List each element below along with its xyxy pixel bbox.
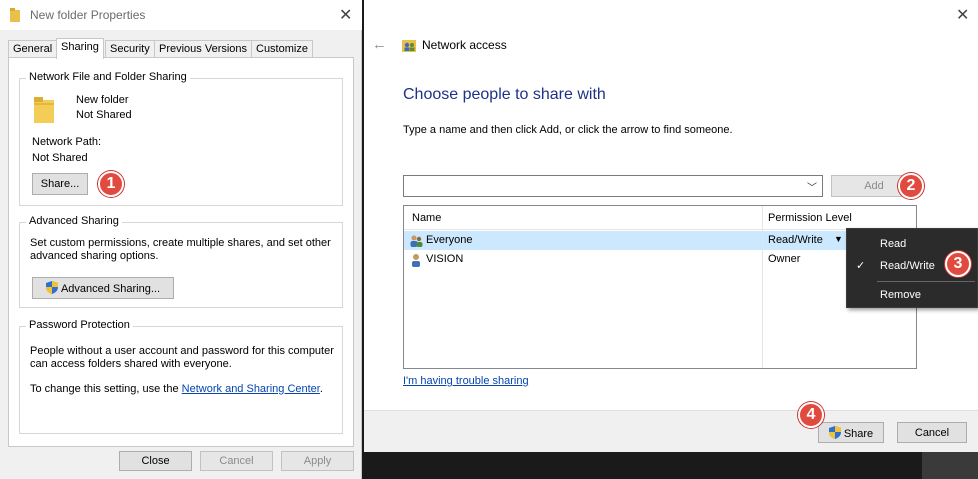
instruction-text: Type a name and then click Add, or click… (403, 124, 733, 136)
uac-shield-icon (828, 425, 841, 439)
network-share-button[interactable]: Share (818, 422, 884, 443)
table-header: Name Permission Level (404, 206, 916, 230)
page-heading: Choose people to share with (403, 86, 606, 103)
apply-button[interactable]: Apply (281, 451, 354, 471)
share-button[interactable]: Share... (32, 173, 88, 195)
folder-icon (10, 8, 20, 22)
row-permission: Owner (768, 253, 801, 265)
password-protection-group: Password Protection People without a use… (19, 319, 343, 434)
user-icon (412, 254, 420, 267)
network-path-label: Network Path: (32, 136, 102, 148)
column-permission-header[interactable]: Permission Level (768, 212, 852, 224)
row-name: VISION (426, 253, 464, 265)
close-button[interactable]: Close (119, 451, 192, 471)
password-desc-1: People without a user account and passwo… (30, 345, 334, 357)
column-divider (762, 206, 763, 368)
row-permission[interactable]: Read/Write (768, 234, 823, 246)
tab-security[interactable]: Security (105, 40, 155, 58)
group-users-icon (410, 235, 423, 247)
table-row-vision[interactable]: VISION Owner (404, 250, 916, 269)
menu-item-label: Read (880, 238, 907, 250)
step-badge-1: 1 (98, 171, 124, 197)
menu-item-remove[interactable]: Remove (847, 284, 977, 306)
step-badge-2: 2 (898, 173, 924, 199)
tab-general[interactable]: General (8, 40, 58, 58)
advanced-sharing-button-label: Advanced Sharing... (60, 283, 161, 295)
step-badge-4: 4 (798, 402, 824, 428)
back-arrow-icon[interactable]: ← (372, 36, 387, 53)
network-sharing-legend: Network File and Folder Sharing (26, 71, 190, 83)
password-change-suffix: . (319, 383, 323, 395)
checkmark-icon: ✓ (856, 260, 866, 272)
network-share-button-label: Share (843, 427, 874, 440)
advanced-sharing-legend: Advanced Sharing (26, 215, 122, 227)
name-combobox[interactable]: ﹀ (403, 175, 823, 197)
advanced-sharing-desc-2: advanced sharing options. (30, 250, 159, 262)
column-name-header[interactable]: Name (412, 212, 441, 224)
uac-shield-icon (45, 281, 58, 294)
folder-large-icon (34, 97, 54, 123)
password-change-prefix: To change this setting, use the (30, 383, 179, 395)
menu-item-label: Read/Write (880, 260, 935, 272)
permission-dropdown-icon[interactable]: ▼ (834, 234, 843, 244)
sharing-tab-panel: Network File and Folder Sharing New fold… (8, 57, 354, 447)
folder-status: Not Shared (76, 109, 132, 121)
row-name: Everyone (426, 234, 473, 246)
password-protection-legend: Password Protection (26, 319, 133, 331)
network-access-close-icon[interactable]: ✕ (956, 5, 969, 25)
tab-sharing[interactable]: Sharing (56, 38, 104, 59)
network-sharing-center-link[interactable]: Network and Sharing Center (182, 383, 320, 395)
cancel-button[interactable]: Cancel (200, 451, 273, 471)
advanced-sharing-group: Advanced Sharing Set custom permissions,… (19, 215, 343, 308)
network-access-dialog: ← Network access ✕ Choose people to shar… (364, 0, 978, 452)
folder-name: New folder (76, 94, 129, 106)
properties-dialog: New folder Properties ✕ General Sharing … (0, 0, 362, 479)
network-users-icon (402, 40, 416, 52)
taskbar-fragment (922, 452, 978, 479)
network-sharing-group: Network File and Folder Sharing New fold… (19, 71, 343, 206)
properties-close-icon[interactable]: ✕ (339, 5, 352, 25)
advanced-sharing-button[interactable]: Advanced Sharing... (32, 277, 174, 299)
password-change-line: To change this setting, use the Network … (30, 383, 323, 395)
menu-separator (877, 281, 975, 282)
trouble-sharing-link[interactable]: I'm having trouble sharing (403, 375, 529, 387)
properties-title: New folder Properties (30, 8, 146, 22)
tab-previous-versions[interactable]: Previous Versions (154, 40, 253, 58)
chevron-down-icon[interactable]: ﹀ (807, 179, 817, 194)
tab-customize[interactable]: Customize (251, 40, 313, 58)
permissions-table: Name Permission Level Everyone Read/Writ… (403, 205, 917, 369)
menu-item-label: Remove (880, 289, 921, 301)
network-access-title: Network access (422, 38, 507, 52)
password-desc-2: can access folders shared with everyone. (30, 358, 232, 370)
network-cancel-button[interactable]: Cancel (897, 422, 967, 443)
network-access-footer: Share Cancel (364, 410, 978, 452)
table-row-everyone[interactable]: Everyone Read/Write ▼ (404, 231, 916, 250)
advanced-sharing-desc-1: Set custom permissions, create multiple … (30, 237, 331, 249)
properties-title-bar: New folder Properties ✕ (0, 0, 362, 30)
step-badge-3: 3 (945, 251, 971, 277)
network-path-value: Not Shared (32, 152, 88, 164)
